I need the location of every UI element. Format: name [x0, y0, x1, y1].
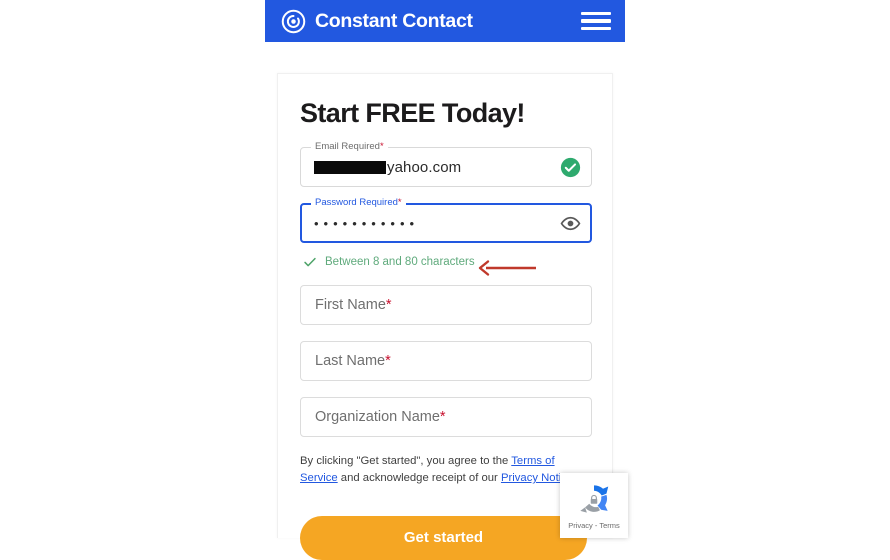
first-name-placeholder: First Name* — [315, 297, 392, 313]
password-masked-text: ••••••••••• — [314, 215, 420, 231]
password-hint-text: Between 8 and 80 characters — [325, 256, 475, 268]
legal-text-part1: By clicking "Get started", you agree to … — [300, 455, 512, 467]
recaptcha-logo-icon — [580, 485, 609, 513]
last-name-placeholder: Last Name* — [315, 353, 391, 369]
email-field-value: yahoo.com — [314, 147, 461, 187]
password-validation-hint: Between 8 and 80 characters — [303, 253, 592, 271]
email-field-label: Email Required* — [311, 141, 388, 152]
email-label-text: Email Required — [315, 141, 380, 152]
brand-name: Constant Contact — [315, 9, 473, 32]
password-label-text: Password Required — [315, 197, 398, 208]
green-check-circle-icon — [560, 157, 581, 177]
organization-placeholder: Organization Name* — [315, 409, 446, 425]
last-name-field[interactable]: Last Name* — [300, 341, 592, 381]
hamburger-bar — [581, 12, 611, 16]
last-name-placeholder-text: Last Name — [315, 353, 386, 369]
legal-disclaimer: By clicking "Get started", you agree to … — [300, 453, 590, 487]
password-field[interactable]: Password Required* ••••••••••• — [300, 197, 592, 243]
email-status — [560, 147, 581, 187]
organization-name-field[interactable]: Organization Name* — [300, 397, 592, 437]
email-domain-text: yahoo.com — [387, 158, 462, 176]
legal-text-part2: and acknowledge receipt of our — [337, 472, 501, 484]
first-name-placeholder-text: First Name — [315, 297, 386, 313]
organization-placeholder-text: Organization Name — [315, 409, 440, 425]
annotation-arrow-left — [478, 260, 536, 276]
last-name-required-star: * — [385, 353, 391, 369]
email-field[interactable]: Email Required* yahoo.com — [300, 141, 592, 187]
password-field-label: Password Required* — [311, 197, 406, 208]
signup-form: Start FREE Today! Email Required* yahoo.… — [300, 74, 592, 487]
recaptcha-badge[interactable]: Privacy - Terms — [560, 473, 628, 538]
hamburger-bar — [581, 19, 611, 23]
first-name-field[interactable]: First Name* — [300, 285, 592, 325]
password-field-value: ••••••••••• — [314, 203, 419, 243]
page-title: Start FREE Today! — [300, 98, 525, 128]
email-required-star: * — [379, 141, 384, 152]
organization-required-star: * — [439, 409, 446, 425]
green-check-icon — [304, 257, 316, 267]
brand[interactable]: Constant Contact — [281, 9, 473, 34]
hamburger-menu-icon[interactable] — [581, 10, 611, 32]
password-required-star: * — [397, 197, 402, 208]
hamburger-bar — [581, 26, 611, 30]
constant-contact-swirl-icon — [281, 9, 306, 33]
eye-icon — [560, 216, 581, 230]
get-started-button[interactable]: Get started — [300, 516, 587, 560]
password-reveal-button[interactable] — [560, 203, 581, 243]
email-redaction-bar — [314, 160, 386, 174]
recaptcha-caption: Privacy - Terms — [568, 521, 620, 530]
site-header: Constant Contact — [265, 0, 625, 42]
signup-card: Start FREE Today! Email Required* yahoo.… — [277, 73, 613, 538]
page-root: Constant Contact Start FREE Today! Email… — [0, 0, 890, 560]
first-name-required-star: * — [385, 297, 392, 313]
